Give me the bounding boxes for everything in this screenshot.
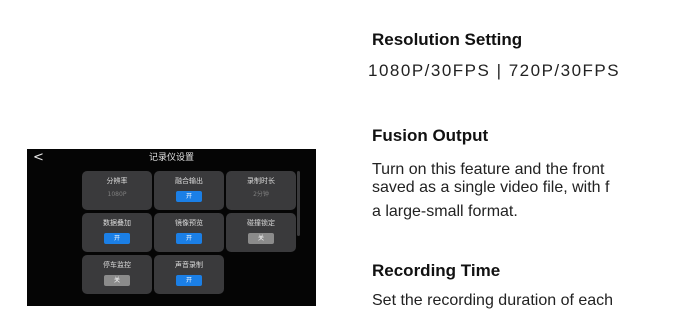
mirror-preview-toggle[interactable]: 开 <box>176 233 202 244</box>
tile-collision-lock: 碰撞锁定 关 <box>226 213 296 252</box>
tile-data-overlay: 数据叠加 开 <box>82 213 152 252</box>
parking-monitor-toggle[interactable]: 关 <box>104 275 130 286</box>
record-duration-value: 2分钟 <box>253 191 269 198</box>
tile-label: 停车监控 <box>103 261 131 269</box>
fusion-text-line: saved as a single video file, with f <box>372 179 610 196</box>
scrollbar[interactable] <box>297 171 300 236</box>
tile-label: 数据叠加 <box>103 219 131 227</box>
tile-fusion-output: 融合输出 开 <box>154 171 224 210</box>
tile-record-duration[interactable]: 录制时长 2分钟 <box>226 171 296 210</box>
resolution-heading: Resolution Setting <box>372 30 523 49</box>
dashcam-settings-screen: < 记录仪设置 分辨率 1080P 融合输出 开 录制时长 2分钟 数据叠加 开… <box>27 149 316 306</box>
fusion-text-line: Turn on this feature and the front <box>372 161 605 178</box>
fusion-heading: Fusion Output <box>372 126 489 145</box>
tile-parking-monitor: 停车监控 关 <box>82 255 152 294</box>
recording-text-line: Set the recording duration of each <box>372 292 614 309</box>
resolution-value: 1080P <box>107 191 127 198</box>
tile-mirror-preview: 镜像预览 开 <box>154 213 224 252</box>
tile-audio-record: 声音录制 开 <box>154 255 224 294</box>
tile-label: 碰撞锁定 <box>247 219 275 227</box>
tile-label: 融合输出 <box>175 177 203 185</box>
resolution-options: 1080P/30FPS | 720P/30FPS <box>368 61 621 80</box>
fusion-text-line: a large-small format. <box>372 203 518 220</box>
screen-title: 记录仪设置 <box>148 153 194 163</box>
tile-label: 镜像预览 <box>175 219 203 227</box>
fusion-output-toggle[interactable]: 开 <box>176 191 202 202</box>
tile-label: 分辨率 <box>106 177 128 185</box>
tile-resolution[interactable]: 分辨率 1080P <box>82 171 152 210</box>
audio-record-toggle[interactable]: 开 <box>176 275 202 286</box>
tile-label: 声音录制 <box>175 261 203 269</box>
tile-label: 录制时长 <box>247 177 275 185</box>
collision-lock-toggle[interactable]: 关 <box>248 233 274 244</box>
data-overlay-toggle[interactable]: 开 <box>104 233 130 244</box>
recording-heading: Recording Time <box>372 261 501 280</box>
